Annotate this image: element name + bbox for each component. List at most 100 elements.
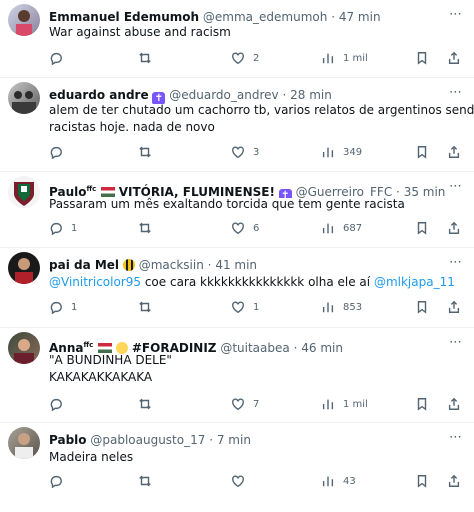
more-options-icon[interactable]: ⋯	[449, 180, 462, 194]
timestamp[interactable]: 47 min	[339, 10, 381, 24]
reply-icon	[50, 475, 62, 488]
bookmark-button[interactable]	[415, 142, 429, 162]
repost-button[interactable]	[138, 297, 152, 317]
separator-dot: ·	[331, 10, 336, 24]
tweet-text-line: racistas hoje. nada de novo	[49, 120, 215, 134]
like-count: 6	[253, 222, 260, 234]
bookmark-icon	[417, 52, 427, 65]
like-button[interactable]: 3	[231, 142, 259, 162]
repost-button[interactable]	[138, 394, 152, 414]
tweet-text-line: Madeira neles	[49, 450, 134, 464]
views-button[interactable]: 1 mil	[321, 394, 368, 414]
like-count: 7	[253, 398, 260, 410]
timestamp[interactable]: 7 min	[217, 433, 251, 447]
mention-link[interactable]: @mlkjapa_11	[374, 275, 455, 289]
share-button[interactable]	[447, 394, 461, 414]
bookmark-button[interactable]	[415, 297, 429, 317]
user-handle[interactable]: @emma_edemumoh	[203, 10, 327, 24]
tweet-text: @Vinitricolor95 coe cara kkkkkkkkkkkkkkk…	[49, 274, 460, 291]
tweet-text: alem de ter chutado um cachorro tb, vari…	[49, 102, 474, 136]
user-handle[interactable]: @eduardo_andrev	[169, 88, 278, 102]
views-button[interactable]: 687	[321, 218, 362, 238]
avatar[interactable]	[8, 4, 40, 36]
tweet[interactable]: eduardo andre ✝ @eduardo_andrev · 28 min…	[0, 78, 474, 172]
separator-dot: ·	[282, 88, 287, 102]
like-count: 3	[253, 146, 260, 158]
share-button[interactable]	[447, 48, 461, 68]
user-handle[interactable]: @macksiin	[139, 258, 204, 272]
reply-button[interactable]: 1	[49, 297, 77, 317]
avatar[interactable]	[8, 427, 40, 459]
reply-icon	[50, 146, 62, 159]
reply-icon	[50, 52, 62, 65]
timestamp[interactable]: 28 min	[290, 88, 332, 102]
display-name[interactable]: Emmanuel Edemumoh	[49, 10, 199, 24]
tweet[interactable]: Annaffc #FORADINIZ @tuitaabea · 46 min ⋯…	[0, 328, 474, 423]
tweet[interactable]: Emmanuel Edemumoh @emma_edemumoh · 47 mi…	[0, 0, 474, 78]
more-options-icon[interactable]: ⋯	[449, 256, 462, 270]
share-button[interactable]	[447, 471, 461, 491]
avatar[interactable]	[8, 252, 40, 284]
bookmark-icon	[417, 222, 427, 235]
display-name[interactable]: eduardo andre	[49, 88, 149, 102]
views-button[interactable]: 349	[321, 142, 362, 162]
user-handle[interactable]: @pabloaugusto_17	[90, 433, 205, 447]
tweet-text: War against abuse and racism	[49, 24, 460, 41]
reply-button[interactable]	[49, 471, 63, 491]
action-bar: 3 349	[49, 142, 460, 162]
mention-link[interactable]: @Vinitricolor95	[49, 275, 141, 289]
views-button[interactable]: 853	[321, 297, 362, 317]
avatar[interactable]	[8, 176, 40, 208]
more-options-icon[interactable]: ⋯	[449, 8, 462, 22]
display-name[interactable]: pai da Mel	[49, 258, 119, 272]
analytics-icon	[322, 53, 334, 64]
tweet[interactable]: Pablo @pabloaugusto_17 · 7 min ⋯ Madeira…	[0, 423, 474, 512]
tweet[interactable]: pai da Mel @macksiin · 41 min ⋯ @Vinitri…	[0, 248, 474, 328]
views-button[interactable]: 1 mil	[321, 48, 368, 68]
repost-button[interactable]	[138, 48, 152, 68]
repost-button[interactable]	[138, 218, 152, 238]
bookmark-icon	[417, 398, 427, 411]
repost-button[interactable]	[138, 142, 152, 162]
share-button[interactable]	[447, 142, 461, 162]
more-options-icon[interactable]: ⋯	[449, 336, 462, 350]
avatar[interactable]	[8, 82, 40, 114]
repost-icon	[139, 475, 151, 487]
bookmark-icon	[417, 475, 427, 488]
like-button[interactable]: 7	[231, 394, 259, 414]
share-button[interactable]	[447, 218, 461, 238]
bookmark-button[interactable]	[415, 48, 429, 68]
tweet-text: Passaram um mês exaltando torcida que te…	[49, 196, 460, 213]
like-button[interactable]: 2	[231, 48, 259, 68]
share-button[interactable]	[447, 297, 461, 317]
separator-dot: ·	[209, 433, 214, 447]
heart-icon	[232, 475, 244, 488]
display-name[interactable]: Pablo	[49, 433, 87, 447]
bookmark-button[interactable]	[415, 471, 429, 491]
views-button[interactable]: 43	[321, 471, 356, 491]
action-bar: 43	[49, 471, 460, 491]
reply-button[interactable]: 1	[49, 218, 77, 238]
more-options-icon[interactable]: ⋯	[449, 86, 462, 100]
bookmark-button[interactable]	[415, 218, 429, 238]
reply-button[interactable]	[49, 48, 63, 68]
avatar[interactable]	[8, 332, 40, 364]
like-button[interactable]: 1	[231, 297, 259, 317]
more-options-icon[interactable]: ⋯	[449, 431, 462, 445]
reply-button[interactable]	[49, 142, 63, 162]
bookmark-button[interactable]	[415, 394, 429, 414]
tweet[interactable]: Pauloffc VITÓRIA, FLUMINENSE! ✝ @Guerrei…	[0, 172, 474, 248]
tweet-text-line: KAKAKAKKAKAKA	[49, 370, 153, 384]
heart-icon	[232, 222, 244, 235]
like-button[interactable]: 6	[231, 218, 259, 238]
analytics-icon	[322, 302, 334, 313]
repost-button[interactable]	[138, 471, 152, 491]
view-count: 687	[343, 222, 363, 234]
like-button[interactable]	[231, 471, 245, 491]
share-icon	[448, 145, 460, 158]
action-bar: 1 1 853	[49, 297, 460, 317]
reply-button[interactable]	[49, 394, 63, 414]
timestamp[interactable]: 41 min	[215, 258, 257, 272]
view-count: 1 mil	[343, 52, 368, 64]
tweet-text: Madeira neles	[49, 449, 460, 466]
